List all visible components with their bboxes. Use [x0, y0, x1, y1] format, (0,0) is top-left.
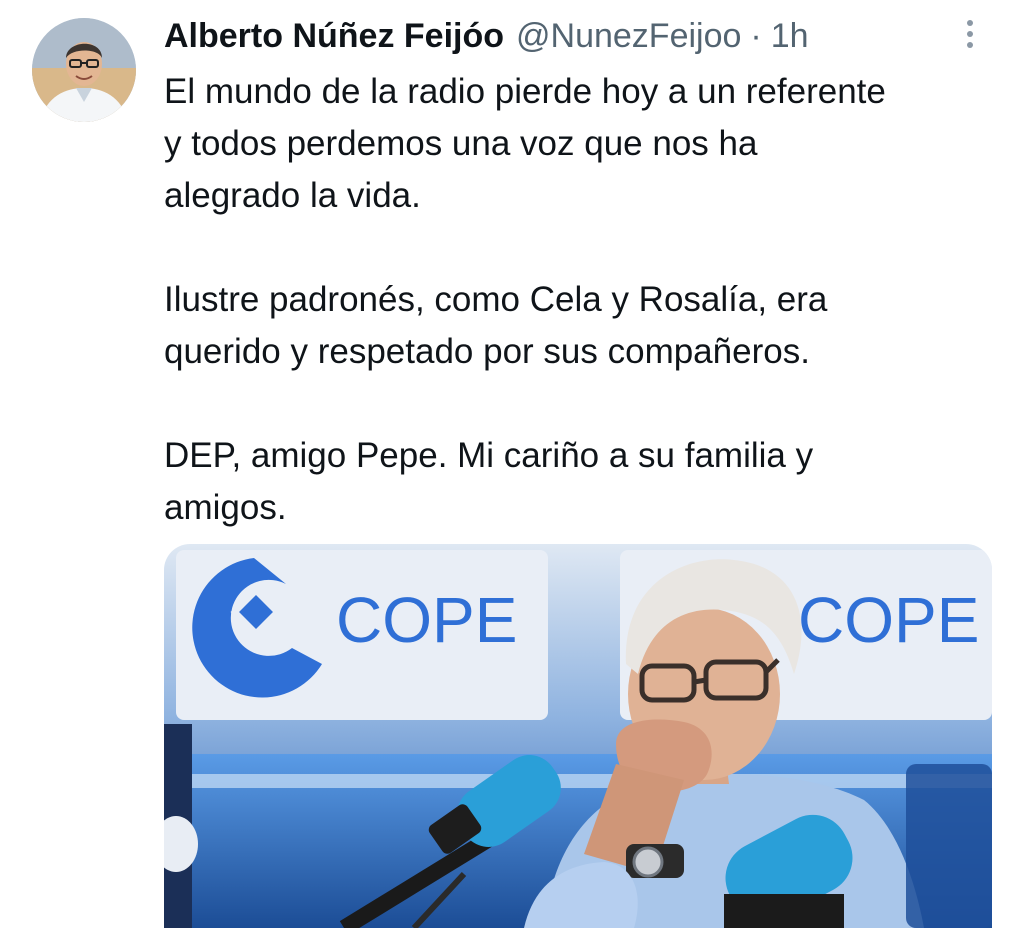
separator-dot: · — [750, 16, 762, 55]
tweet-text-line: alegrado la vida. — [164, 176, 421, 215]
tweet-text: El mundo de la radio pierde hoy a un ref… — [164, 66, 984, 534]
studio-photo: COPE COPE — [164, 544, 992, 928]
author-avatar[interactable] — [32, 18, 136, 122]
more-vertical-icon-dot — [967, 42, 973, 48]
avatar-photo — [32, 18, 136, 122]
more-vertical-icon — [967, 20, 973, 26]
tweet-media-photo[interactable]: COPE COPE — [164, 544, 992, 928]
more-vertical-icon-dot — [967, 31, 973, 37]
tweet-text-line: DEP, amigo Pepe. Mi cariño a su familia … — [164, 436, 814, 475]
tweet: Alberto Núñez Feijóo @NunezFeijoo · 1h E… — [0, 0, 1024, 928]
author-display-name[interactable]: Alberto Núñez Feijóo — [164, 17, 504, 56]
tweet-text-line: El mundo de la radio pierde hoy a un ref… — [164, 72, 886, 111]
author-handle[interactable]: @NunezFeijoo — [516, 17, 741, 56]
more-options-button[interactable] — [958, 14, 982, 54]
tweet-header: Alberto Núñez Feijóo @NunezFeijoo · 1h — [164, 14, 809, 58]
tweet-text-line: amigos. — [164, 488, 287, 527]
tweet-text-line: y todos perdemos una voz que nos ha — [164, 124, 758, 163]
sign-text-left: COPE — [336, 584, 517, 656]
tweet-text-line: Ilustre padronés, como Cela y Rosalía, e… — [164, 280, 828, 319]
tweet-timestamp[interactable]: 1h — [771, 17, 809, 56]
tweet-text-line: querido y respetado por sus compañeros. — [164, 332, 810, 371]
sign-text-right: COPE — [798, 584, 979, 656]
